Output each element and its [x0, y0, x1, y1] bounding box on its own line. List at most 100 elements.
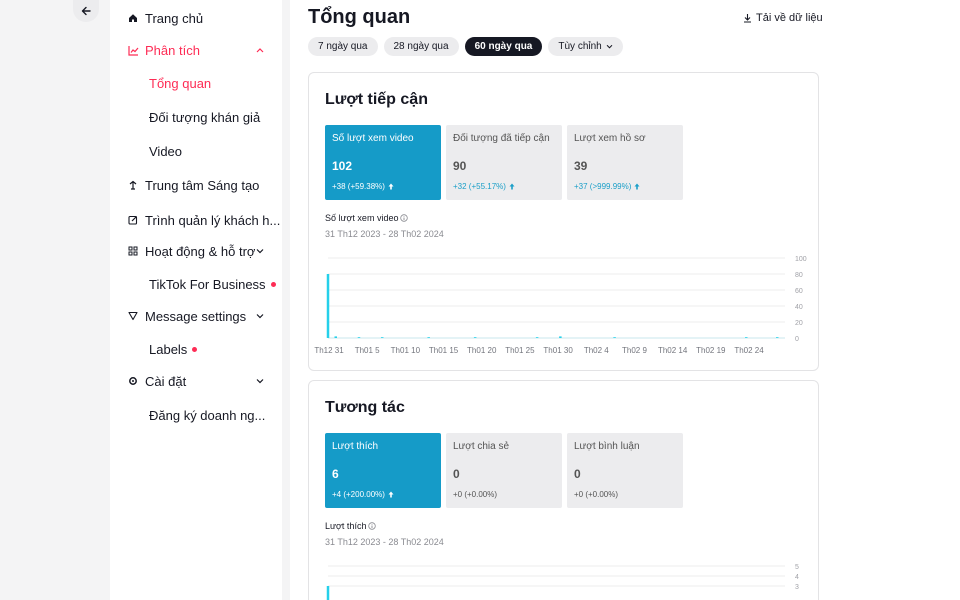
- download-data-button[interactable]: Tải về dữ liệu: [743, 12, 823, 24]
- metric-value: 102: [332, 159, 353, 173]
- x-tick-label: Th01 30: [543, 346, 573, 355]
- sidebar-item-home[interactable]: Trang chủ: [110, 5, 282, 31]
- metric-delta: +4 (+200.00%): [332, 490, 385, 499]
- sidebar-item-customer-manager[interactable]: Trình quản lý khách h...: [110, 207, 282, 233]
- y-tick-label: 0: [795, 336, 799, 343]
- sidebar-item-label: Phân tích: [145, 42, 200, 58]
- metric-value: 0: [453, 467, 460, 481]
- sidebar: Trang chủ Phân tích Tổng quan Đối tượng …: [110, 0, 282, 600]
- metric-delta: +37 (>999.99%): [574, 182, 632, 191]
- gear-icon: [127, 375, 139, 387]
- arrow-up-icon: [388, 183, 394, 190]
- y-tick-label: 100: [795, 256, 807, 263]
- chart-metric-label: Số lượt xem video: [325, 213, 409, 223]
- sidebar-item-message-settings[interactable]: Message settings: [110, 303, 282, 329]
- y-tick-label: 3: [795, 584, 799, 591]
- sidebar-item-video[interactable]: Video: [110, 138, 282, 164]
- card-title: Tương tác: [325, 399, 405, 416]
- sidebar-item-label: Trung tâm Sáng tạo: [145, 177, 260, 193]
- arrow-left-icon: [81, 6, 91, 16]
- sidebar-item-label: Video: [149, 143, 183, 159]
- sidebar-item-labels[interactable]: Labels: [110, 336, 282, 362]
- sidebar-item-label: Labels: [149, 341, 188, 357]
- metric-comments[interactable]: Lượt bình luận 0 +0 (+0.00%): [567, 433, 683, 508]
- x-tick-label: Th02 9: [622, 346, 647, 355]
- sidebar-item-label: Cài đặt: [145, 373, 187, 389]
- sidebar-item-label: Hoạt động & hỗ trợ: [145, 243, 256, 259]
- range-chip-28-days[interactable]: 28 ngày qua: [383, 37, 459, 56]
- chip-label: 60 ngày qua: [474, 41, 533, 52]
- x-tick-label: Th01 20: [467, 346, 497, 355]
- sidebar-item-label: Message settings: [145, 308, 247, 324]
- range-chip-custom[interactable]: Tùy chỉnh: [548, 37, 623, 56]
- info-icon[interactable]: [368, 522, 377, 530]
- main-content: Tổng quan Tải về dữ liệu 7 ngày qua 28 n…: [290, 0, 960, 600]
- y-tick-label: 4: [795, 574, 799, 581]
- date-range-selector: 7 ngày qua 28 ngày qua 60 ngày qua Tùy c…: [308, 37, 623, 56]
- card-title: Lượt tiếp cận: [325, 91, 428, 108]
- x-tick-label: Th02 14: [658, 346, 688, 355]
- x-tick-label: Th02 24: [734, 346, 764, 355]
- info-icon[interactable]: [400, 214, 409, 222]
- metric-label: Lượt bình luận: [574, 441, 640, 452]
- home-icon: [127, 12, 139, 24]
- chart-metric-label: Lượt thích: [325, 521, 377, 531]
- metric-profile-views[interactable]: Lượt xem hồ sơ 39 +37 (>999.99%): [567, 125, 683, 200]
- metric-video-views[interactable]: Số lượt xem video 102 +38 (+59.38%): [325, 125, 441, 200]
- chevron-down-icon: [606, 44, 613, 49]
- y-tick-label: 40: [795, 304, 803, 311]
- chart-date-range: 31 Th12 2023 - 28 Th02 2024: [325, 229, 444, 239]
- chip-label: 28 ngày qua: [393, 41, 449, 52]
- metric-shares[interactable]: Lượt chia sẻ 0 +0 (+0.00%): [446, 433, 562, 508]
- metric-delta: +32 (+55.17%): [453, 182, 506, 191]
- y-tick-label: 5: [795, 564, 799, 571]
- notification-dot: [270, 281, 276, 287]
- sidebar-item-tiktok-business[interactable]: TikTok For Business: [110, 271, 282, 297]
- y-tick-label: 80: [795, 272, 803, 279]
- metric-value: 90: [453, 159, 467, 173]
- chart-date-range: 31 Th12 2023 - 28 Th02 2024: [325, 537, 444, 547]
- metric-value: 0: [574, 467, 581, 481]
- sidebar-item-label: Trình quản lý khách h...: [145, 212, 281, 228]
- metric-likes[interactable]: Lượt thích 6 +4 (+200.00%): [325, 433, 441, 508]
- reach-card: Lượt tiếp cận Số lượt xem video 102 +38 …: [308, 72, 819, 371]
- sidebar-item-business-register[interactable]: Đăng ký doanh ng...: [110, 402, 282, 428]
- engagement-card: Tương tác Lượt thích 6 +4 (+200.00%) Lượ…: [308, 380, 819, 600]
- sidebar-item-analytics[interactable]: Phân tích: [110, 37, 282, 63]
- metric-label: Lượt chia sẻ: [453, 441, 510, 452]
- sidebar-item-label: Trang chủ: [145, 10, 204, 26]
- range-chip-60-days[interactable]: 60 ngày qua: [464, 37, 543, 56]
- x-tick-label: Th01 10: [391, 346, 421, 355]
- arrow-up-icon: [388, 491, 394, 498]
- grid-icon: [127, 245, 139, 257]
- sidebar-item-label: Tổng quan: [149, 75, 212, 91]
- sidebar-item-overview[interactable]: Tổng quan: [110, 70, 282, 96]
- metric-value: 6: [332, 467, 339, 481]
- metric-value: 39: [574, 159, 588, 173]
- video-views-chart[interactable]: 100 80 60 40 20 0 Th12 31 Th01 5 Th01 10 Th01 15 T…: [309, 248, 818, 358]
- sidebar-item-creator-center[interactable]: Trung tâm Sáng tạo: [110, 172, 282, 198]
- back-button[interactable]: [73, 0, 99, 22]
- sidebar-item-settings[interactable]: Cài đặt: [110, 368, 282, 394]
- metric-label: Đối tượng đã tiếp cận: [453, 133, 550, 144]
- chart-icon: [127, 44, 139, 56]
- chevron-down-icon: [255, 376, 265, 386]
- sidebar-item-activity-support[interactable]: Hoạt động & hỗ trợ: [110, 238, 282, 264]
- sidebar-item-label: TikTok For Business: [149, 276, 266, 292]
- download-label: Tải về dữ liệu: [756, 12, 823, 24]
- sidebar-item-label: Đối tượng khán giả: [149, 109, 261, 125]
- range-chip-7-days[interactable]: 7 ngày qua: [308, 37, 378, 56]
- x-tick-label: Th12 31: [314, 346, 344, 355]
- arrow-up-icon: [509, 183, 515, 190]
- chevron-down-icon: [255, 246, 265, 256]
- sidebar-item-audience[interactable]: Đối tượng khán giả: [110, 104, 282, 130]
- metric-reached-audience[interactable]: Đối tượng đã tiếp cận 90 +32 (+55.17%): [446, 125, 562, 200]
- lightbulb-icon: [127, 179, 139, 191]
- likes-chart[interactable]: 5 4 3: [309, 556, 818, 600]
- metric-label: Lượt thích: [332, 441, 379, 452]
- page-title: Tổng quan: [308, 6, 411, 28]
- x-tick-label: Th02 4: [584, 346, 609, 355]
- chevron-up-icon: [255, 45, 265, 55]
- metric-delta: +0 (+0.00%): [574, 490, 619, 499]
- metric-delta: +38 (+59.38%): [332, 182, 385, 191]
